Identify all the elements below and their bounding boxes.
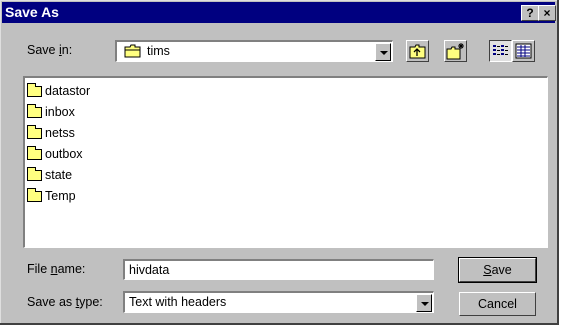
list-view-button[interactable] [489, 40, 512, 62]
save-in-label: Save in: [27, 43, 73, 57]
dropdown-arrow-icon[interactable] [416, 294, 432, 312]
folder-icon [124, 44, 142, 58]
close-button[interactable]: × [538, 5, 556, 21]
details-view-icon [513, 43, 534, 64]
folder-icon [27, 125, 42, 139]
details-view-button[interactable] [512, 40, 535, 62]
up-one-level-icon [407, 44, 428, 64]
folder-icon [27, 146, 42, 160]
dialog-title: Save As [5, 4, 59, 20]
cancel-button[interactable]: Cancel [459, 292, 536, 316]
folder-icon [27, 104, 42, 118]
save-as-type-combo[interactable]: Text with headers [123, 291, 434, 313]
new-folder-button[interactable] [444, 40, 467, 62]
file-name-field[interactable]: hivdata [123, 259, 434, 280]
folder-icon [27, 167, 42, 181]
save-in-value: tims [147, 44, 170, 58]
save-as-dialog: Save As ? × Save in: tims datastor inbox… [0, 0, 559, 325]
title-bar: Save As ? × [2, 2, 556, 23]
list-view-icon [490, 45, 511, 64]
file-name-label: File name: [27, 262, 86, 276]
file-list[interactable]: datastor inbox netss outbox state Temp [23, 76, 548, 248]
help-button[interactable]: ? [521, 5, 539, 21]
save-in-combo[interactable]: tims [115, 40, 393, 62]
new-folder-icon [445, 43, 466, 64]
save-button[interactable]: Save [458, 257, 537, 283]
up-one-level-button[interactable] [406, 40, 429, 62]
folder-icon [27, 83, 42, 97]
folder-icon [27, 188, 42, 202]
dropdown-arrow-icon[interactable] [375, 43, 391, 61]
save-as-type-label: Save as type: [27, 295, 103, 309]
